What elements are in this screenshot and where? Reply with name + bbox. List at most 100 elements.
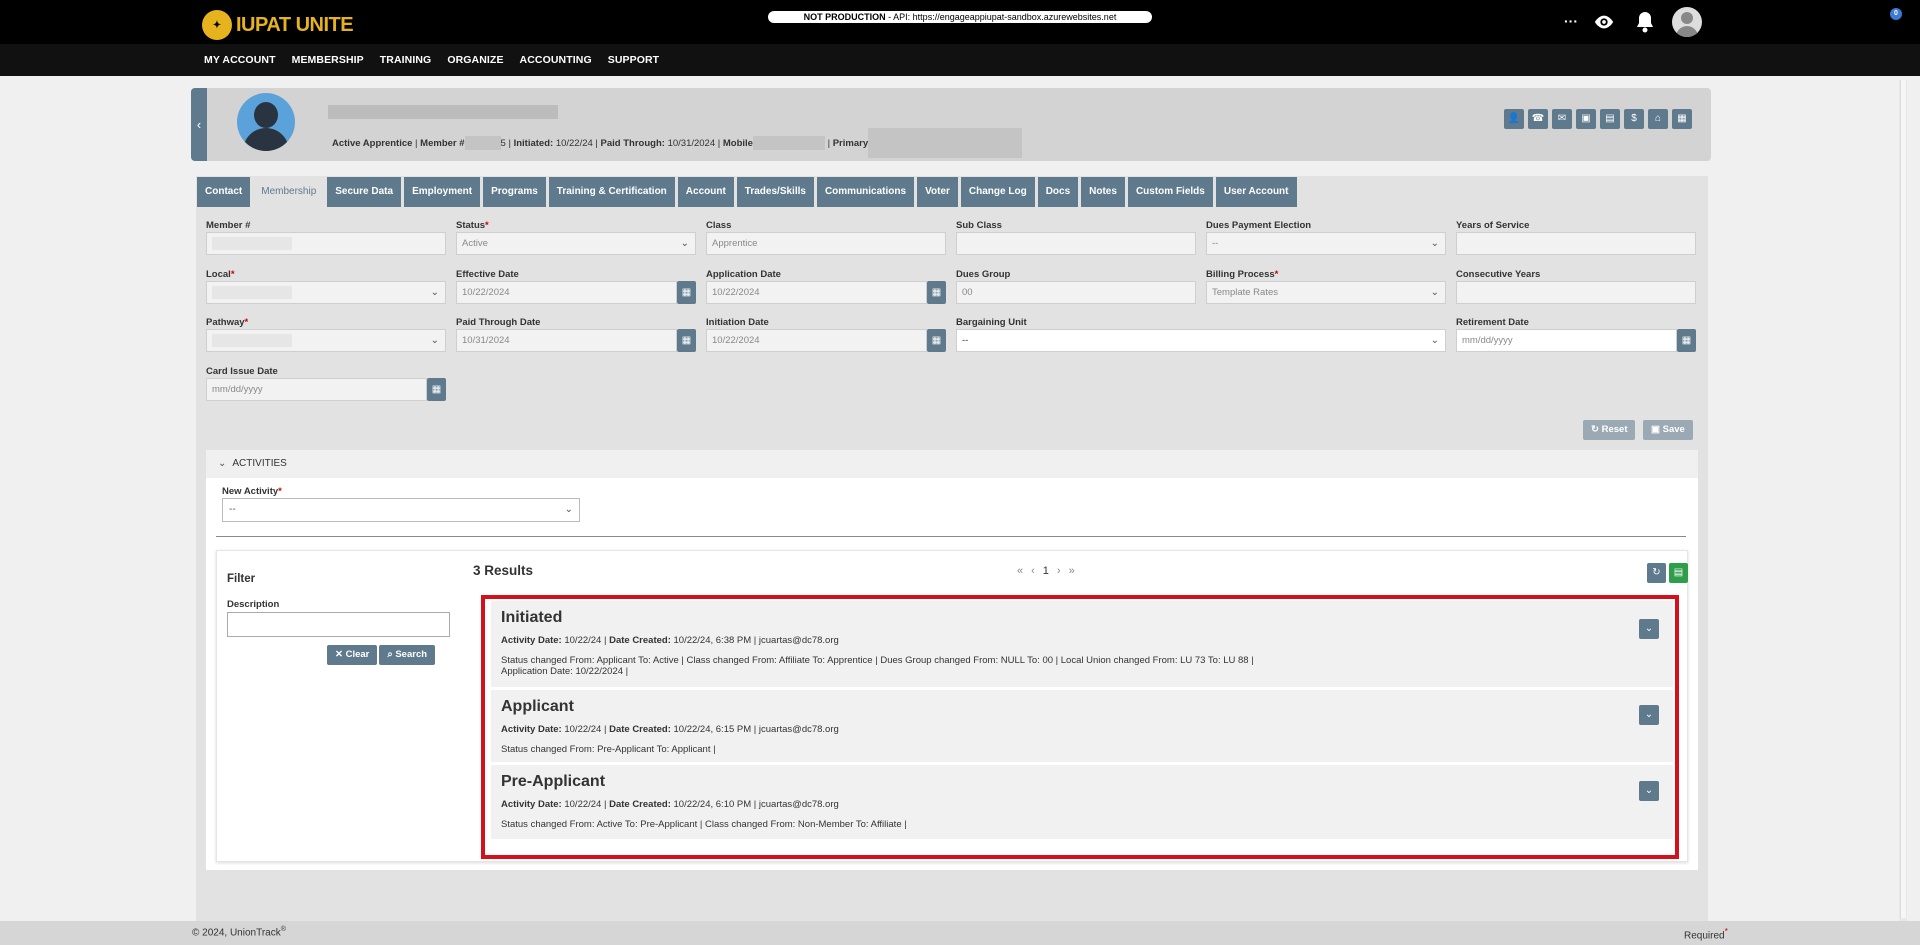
address-card-icon[interactable]: ▦: [1672, 109, 1692, 129]
reset-button[interactable]: ↻ Reset: [1583, 420, 1636, 440]
floppy-icon: ▣: [1651, 424, 1660, 435]
dues-group-field[interactable]: 00: [956, 281, 1196, 304]
search-icon: ⌕: [387, 649, 393, 660]
prev-page-button[interactable]: ‹: [1031, 565, 1035, 577]
brand-name: IUPAT UNITE: [236, 13, 354, 36]
class-field[interactable]: Apprentice: [706, 232, 946, 255]
chevron-down-icon: ⌄: [1644, 785, 1654, 796]
tab-docs[interactable]: Docs: [1037, 177, 1079, 207]
phone-icon[interactable]: ☎: [1528, 109, 1548, 129]
notifications-button[interactable]: 0: [1634, 8, 1902, 34]
tab-employment[interactable]: Employment: [404, 177, 481, 207]
consecutive-years-field[interactable]: [1456, 281, 1696, 304]
tab-voter[interactable]: Voter: [917, 177, 958, 207]
expand-activity-button[interactable]: ⌄: [1639, 781, 1659, 801]
years-of-service-label: Years of Service: [1456, 220, 1530, 231]
local-select[interactable]: ⌄: [206, 281, 446, 304]
environment-badge: NOT PRODUCTION - API: https://engageappi…: [768, 11, 1152, 23]
tab-account[interactable]: Account: [677, 177, 734, 207]
nav-organize[interactable]: ORGANIZE: [447, 54, 503, 66]
tab-communications[interactable]: Communications: [816, 177, 915, 207]
tab-membership[interactable]: Membership: [253, 177, 325, 207]
user-avatar[interactable]: [1672, 7, 1702, 37]
main-panel: Contact Membership Secure Data Employmen…: [196, 176, 1708, 921]
person-icon[interactable]: 👤: [1504, 109, 1524, 129]
nav-training[interactable]: TRAINING: [380, 54, 432, 66]
application-date-field[interactable]: 10/22/2024: [706, 281, 927, 304]
calendar-icon[interactable]: ▦: [427, 378, 446, 401]
nav-my-account[interactable]: MY ACCOUNT: [204, 54, 276, 66]
filter-title: Filter: [227, 573, 256, 585]
calendar-icon[interactable]: ▦: [927, 329, 946, 352]
calendar-icon[interactable]: ▦: [677, 281, 696, 304]
status-select[interactable]: Active ⌄: [456, 232, 696, 255]
pagination: « ‹ 1 › »: [1017, 565, 1075, 577]
eye-icon[interactable]: [1593, 12, 1615, 32]
top-bar: ✦ IUPAT UNITE NOT PRODUCTION - API: http…: [0, 0, 1920, 44]
chevron-down-icon: ⌄: [1430, 335, 1439, 346]
card-issue-date-label: Card Issue Date: [206, 366, 278, 377]
save-button[interactable]: ▣ Save: [1643, 420, 1693, 440]
collapse-sidebar-button[interactable]: ‹: [191, 88, 207, 161]
application-date-label: Application Date: [706, 269, 781, 280]
card-issue-date-field[interactable]: mm/dd/yyyy: [206, 378, 427, 401]
description-label: Description: [227, 599, 280, 610]
tab-contact[interactable]: Contact: [197, 177, 251, 207]
initiation-date-field[interactable]: 10/22/2024: [706, 329, 927, 352]
first-page-button[interactable]: «: [1017, 565, 1023, 577]
search-button[interactable]: ⌕ Search: [379, 645, 436, 665]
calendar-icon[interactable]: ▦: [677, 329, 696, 352]
tab-secure-data[interactable]: Secure Data: [327, 177, 402, 207]
footer: © 2024, UnionTrack® Required*: [0, 921, 1920, 945]
paid-through-date-field[interactable]: 10/31/2024: [456, 329, 677, 352]
tab-trades-skills[interactable]: Trades/Skills: [736, 177, 814, 207]
tab-programs[interactable]: Programs: [483, 177, 546, 207]
tab-change-log[interactable]: Change Log: [960, 177, 1035, 207]
calendar-icon[interactable]: ▦: [927, 281, 946, 304]
initiation-date-label: Initiation Date: [706, 317, 769, 328]
expand-activity-button[interactable]: ⌄: [1639, 619, 1659, 639]
retirement-date-field[interactable]: mm/dd/yyyy: [1456, 329, 1677, 352]
chat-icon[interactable]: ✉: [1552, 109, 1572, 129]
member-photo: [237, 93, 295, 151]
calendar-icon[interactable]: ▦: [1677, 329, 1696, 352]
activities-header[interactable]: ⌄ ACTIVITIES: [206, 450, 1698, 478]
nav-accounting[interactable]: ACCOUNTING: [520, 54, 592, 66]
next-page-button[interactable]: ›: [1057, 565, 1061, 577]
copyright-text: © 2024, UnionTrack®: [192, 926, 286, 939]
dollar-icon[interactable]: $: [1624, 109, 1644, 129]
tab-user-account[interactable]: User Account: [1215, 177, 1297, 207]
last-page-button[interactable]: »: [1069, 565, 1075, 577]
sub-class-field[interactable]: [956, 232, 1196, 255]
dues-group-label: Dues Group: [956, 269, 1011, 280]
id-card-icon[interactable]: ▣: [1576, 109, 1596, 129]
member-number-field[interactable]: [206, 232, 446, 255]
current-page[interactable]: 1: [1043, 565, 1049, 577]
years-of-service-field[interactable]: [1456, 232, 1696, 255]
page-scrollbar[interactable]: [1899, 80, 1907, 921]
tab-notes[interactable]: Notes: [1081, 177, 1125, 207]
bargaining-unit-select[interactable]: -- ⌄: [956, 329, 1446, 352]
clear-button[interactable]: ✕ Clear: [327, 645, 378, 665]
pathway-select[interactable]: ⌄: [206, 329, 446, 352]
nav-support[interactable]: SUPPORT: [608, 54, 659, 66]
new-activity-select[interactable]: -- ⌄: [222, 498, 580, 522]
dues-payment-select[interactable]: -- ⌄: [1206, 232, 1446, 255]
chevron-down-icon: ⌄: [564, 504, 573, 515]
chevron-down-icon: ⌄: [1644, 623, 1654, 634]
activities-section: ⌄ ACTIVITIES New Activity* -- ⌄ Filter Des…: [206, 450, 1698, 870]
document-icon[interactable]: ▤: [1600, 109, 1620, 129]
effective-date-field[interactable]: 10/22/2024: [456, 281, 677, 304]
logo[interactable]: ✦ IUPAT UNITE: [202, 10, 354, 40]
bell-icon: [1637, 12, 1653, 33]
more-menu-icon[interactable]: ···: [1564, 13, 1578, 29]
tab-training-certification[interactable]: Training & Certification: [548, 177, 675, 207]
tab-custom-fields[interactable]: Custom Fields: [1127, 177, 1213, 207]
billing-process-select[interactable]: Template Rates ⌄: [1206, 281, 1446, 304]
expand-activity-button[interactable]: ⌄: [1639, 705, 1659, 725]
nav-membership[interactable]: MEMBERSHIP: [292, 54, 364, 66]
refresh-button[interactable]: ↻: [1647, 563, 1666, 583]
home-icon[interactable]: ⌂: [1648, 109, 1668, 129]
export-excel-icon[interactable]: ▤: [1669, 563, 1688, 583]
description-input[interactable]: [227, 612, 450, 637]
